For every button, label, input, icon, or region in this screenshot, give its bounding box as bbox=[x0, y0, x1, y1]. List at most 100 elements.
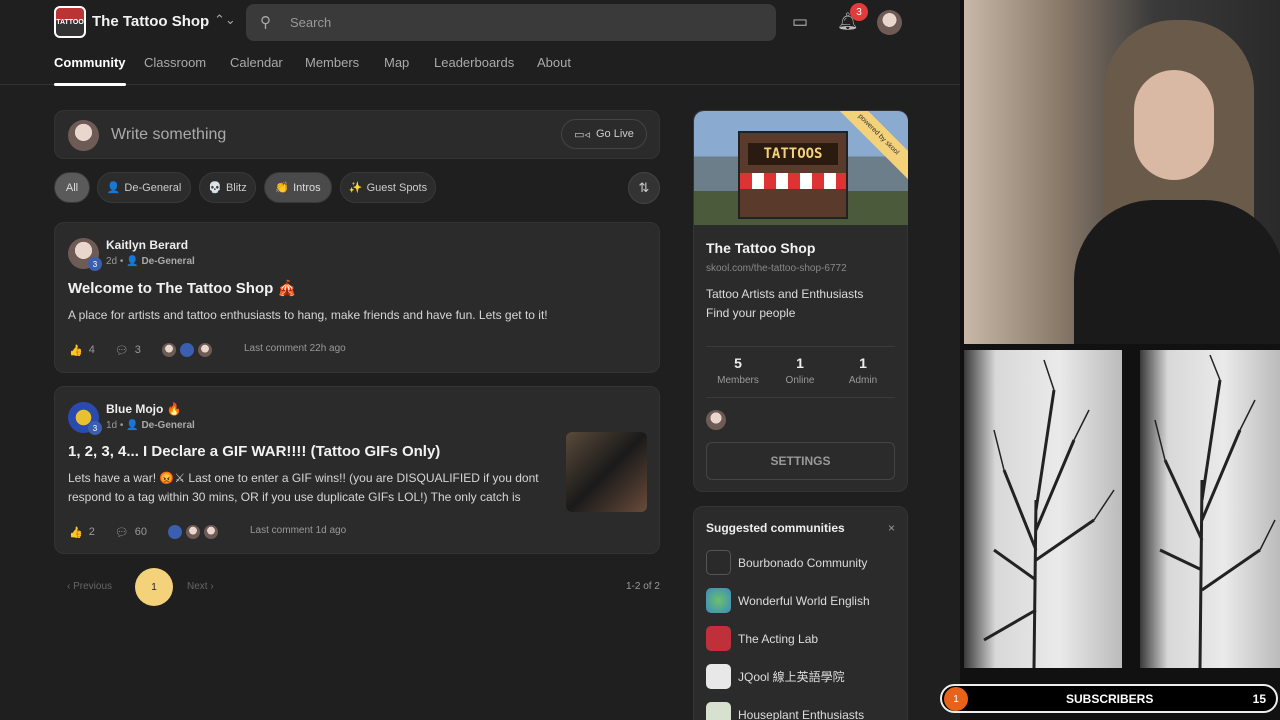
commenter-avatar bbox=[167, 524, 184, 540]
stat-members[interactable]: 5 Members bbox=[708, 355, 768, 386]
shop-sign: TATTOOS bbox=[748, 143, 838, 165]
filter-intros[interactable]: 👏 Intros bbox=[264, 172, 332, 203]
suggested-item[interactable]: Bourbonado Community bbox=[706, 550, 867, 575]
community-banner: TATTOOS powered by skool bbox=[694, 111, 908, 225]
tab-about[interactable]: About bbox=[537, 55, 571, 70]
suggested-item[interactable]: Wonderful World English bbox=[706, 588, 870, 613]
filter-all[interactable]: All bbox=[54, 172, 90, 203]
clap-icon: 👏 bbox=[275, 182, 290, 194]
user-avatar[interactable] bbox=[877, 10, 902, 35]
author-name[interactable]: Blue Mojo 🔥 bbox=[106, 402, 182, 416]
comment-icon[interactable]: 💬︎ bbox=[115, 526, 129, 539]
post-composer[interactable]: Write something ▭◃ Go Live bbox=[54, 110, 660, 159]
tattoo-photo-right bbox=[1140, 350, 1280, 668]
search-bar[interactable]: ⚲ Search bbox=[246, 4, 776, 41]
globe-icon bbox=[706, 588, 731, 613]
chat-icon[interactable]: ▭ bbox=[792, 12, 808, 32]
like-count: 4 bbox=[88, 344, 95, 356]
author-name[interactable]: Kaitlyn Berard bbox=[106, 238, 188, 252]
post-title[interactable]: Welcome to The Tattoo Shop 🎪 bbox=[68, 279, 296, 297]
tab-classroom[interactable]: Classroom bbox=[144, 55, 206, 70]
suggested-item[interactable]: JQool 線上英語學院 bbox=[706, 664, 845, 689]
commenter-avatar bbox=[196, 342, 213, 358]
post-age: 2d bbox=[106, 256, 118, 267]
person-icon: 👤 bbox=[106, 182, 121, 194]
settings-button[interactable]: SETTINGS bbox=[706, 442, 895, 480]
commenter-avatar bbox=[185, 524, 202, 540]
stat-online[interactable]: 1 Online bbox=[770, 355, 830, 386]
commenter-avatar bbox=[160, 342, 177, 358]
tree-tattoo-drawing bbox=[1154, 354, 1276, 668]
post-meta: 1d • 👤 De-General bbox=[106, 420, 195, 431]
comment-count: 60 bbox=[134, 526, 148, 538]
skool-app: TATTOO The Tattoo Shop ⌃⌄ ⚲ Search ▭ 🔔︎ … bbox=[0, 0, 960, 720]
tab-community[interactable]: Community bbox=[54, 55, 126, 86]
post-title[interactable]: 1, 2, 3, 4... I Declare a GIF WAR!!!! (T… bbox=[68, 443, 440, 460]
post-stats: 👍 4 💬︎ 3 bbox=[69, 342, 213, 358]
online-member-avatar[interactable] bbox=[706, 410, 726, 430]
level-badge: 3 bbox=[88, 421, 102, 435]
suggested-name: Bourbonado Community bbox=[738, 555, 868, 570]
tab-map[interactable]: Map bbox=[384, 55, 409, 70]
person-icon: 👤 bbox=[126, 420, 139, 431]
search-input[interactable]: Search bbox=[290, 15, 331, 30]
post-body: Lets have a war! 😡⚔ Last one to enter a … bbox=[68, 471, 539, 504]
post-stats: 👍 2 💬︎ 60 bbox=[69, 524, 220, 540]
suggested-item[interactable]: The Acting Lab bbox=[706, 626, 818, 651]
level-badge: 3 bbox=[88, 257, 102, 271]
tab-leaderboards[interactable]: Leaderboards bbox=[434, 55, 514, 70]
tab-members[interactable]: Members bbox=[305, 55, 359, 70]
post-meta: 2d • 👤 De-General bbox=[106, 256, 195, 267]
description-line: Find your people bbox=[706, 306, 796, 320]
page-1-button[interactable]: 1 bbox=[135, 568, 173, 606]
comment-icon[interactable]: 💬︎ bbox=[115, 344, 129, 357]
stat-label: Members bbox=[717, 375, 759, 386]
stat-label: Online bbox=[785, 375, 815, 386]
top-bar: TATTOO The Tattoo Shop ⌃⌄ ⚲ Search ▭ 🔔︎ … bbox=[0, 0, 960, 44]
tab-calendar[interactable]: Calendar bbox=[230, 55, 283, 70]
filter-de-general[interactable]: 👤 De-General bbox=[97, 172, 191, 203]
suggested-item[interactable]: Houseplant Enthusiasts bbox=[706, 702, 864, 720]
close-icon[interactable]: × bbox=[888, 521, 895, 535]
filter-guest-spots[interactable]: ✨ Guest Spots bbox=[340, 172, 436, 203]
switch-community-icon[interactable]: ⌃⌄ bbox=[214, 12, 236, 28]
divider bbox=[706, 346, 895, 347]
community-logo[interactable]: TATTOO bbox=[54, 6, 86, 38]
like-icon[interactable]: 👍 bbox=[69, 526, 83, 539]
commenter-avatar bbox=[178, 342, 195, 358]
goal-indicator: 1 bbox=[944, 687, 968, 711]
webcam-shirt bbox=[1074, 200, 1280, 344]
post-thumbnail[interactable] bbox=[566, 432, 647, 512]
skull-icon: 💀 bbox=[208, 182, 222, 194]
go-live-button[interactable]: ▭◃ Go Live bbox=[561, 119, 647, 149]
post-card[interactable]: 3 Blue Mojo 🔥 1d • 👤 De-General 1, 2, 3,… bbox=[54, 386, 660, 554]
suggested-communities: Suggested communities × Bourbonado Commu… bbox=[693, 506, 908, 720]
suggested-name: JQool 線上英語學院 bbox=[738, 670, 845, 684]
video-icon: ▭◃ bbox=[574, 128, 590, 141]
stat-value: 1 bbox=[796, 355, 804, 371]
next-page-button[interactable]: Next › bbox=[187, 581, 214, 592]
post-category[interactable]: De-General bbox=[141, 420, 194, 431]
stat-value: 5 bbox=[734, 355, 742, 371]
separator: • bbox=[119, 256, 124, 267]
composer-input[interactable]: Write something bbox=[111, 126, 226, 144]
search-icon: ⚲ bbox=[260, 14, 271, 31]
webcam-feed bbox=[964, 0, 1280, 344]
post-card[interactable]: 3 Kaitlyn Berard 2d • 👤 De-General Welco… bbox=[54, 222, 660, 373]
like-icon[interactable]: 👍 bbox=[69, 344, 83, 357]
filter-settings-button[interactable]: ⇅ bbox=[628, 172, 660, 204]
post-category[interactable]: De-General bbox=[141, 256, 194, 267]
stat-label: Admin bbox=[848, 375, 878, 386]
stat-admin[interactable]: 1 Admin bbox=[833, 355, 893, 386]
like-count: 2 bbox=[88, 526, 95, 538]
community-name[interactable]: The Tattoo Shop bbox=[92, 13, 209, 30]
filter-label: De-General bbox=[124, 181, 182, 194]
community-url[interactable]: skool.com/the-tattoo-shop-6772 bbox=[706, 263, 847, 274]
composer-avatar bbox=[68, 120, 99, 151]
plant-icon bbox=[706, 702, 731, 720]
description-line: Tattoo Artists and Enthusiasts bbox=[706, 287, 864, 301]
filter-blitz[interactable]: 💀 Blitz bbox=[199, 172, 256, 203]
filter-label: Intros bbox=[293, 181, 321, 194]
prev-page-button[interactable]: ‹ Previous bbox=[67, 581, 112, 592]
community-icon bbox=[706, 664, 731, 689]
